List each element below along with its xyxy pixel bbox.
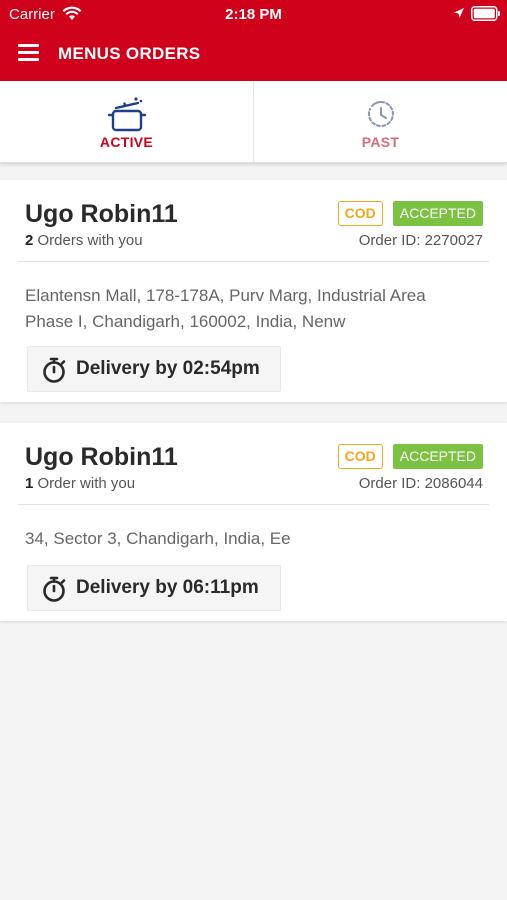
page-title: MENUS ORDERS bbox=[58, 44, 201, 63]
tab-active-label: ACTIVE bbox=[99, 134, 154, 150]
order-count: 2 Orders with you bbox=[25, 232, 143, 249]
status-bar: Carrier 2:18 PM bbox=[0, 0, 507, 28]
delivery-address: 34, Sector 3, Chandigarh, India, Ee bbox=[25, 529, 291, 548]
card-divider bbox=[18, 504, 489, 505]
location-arrow-icon bbox=[454, 8, 464, 18]
order-count-number: 2 bbox=[25, 232, 34, 249]
battery-icon bbox=[471, 6, 500, 21]
status-badge: ACCEPTED bbox=[392, 444, 483, 469]
status-badge: ACCEPTED bbox=[392, 201, 483, 226]
history-clock-icon bbox=[367, 100, 394, 127]
tab-active[interactable]: ACTIVE bbox=[0, 81, 253, 162]
delivery-address: Elantensn Mall, 178-178A, Purv Marg, Ind… bbox=[25, 286, 426, 331]
order-id: Order ID: 2086044 bbox=[358, 475, 483, 492]
delivery-time-box: Delivery by 06:11pm bbox=[27, 565, 281, 611]
order-count-text: Orders with you bbox=[37, 232, 143, 249]
order-card[interactable]: Ugo Robin11 2 Orders with you COD ACCEPT… bbox=[0, 180, 507, 402]
hamburger-menu-icon[interactable] bbox=[18, 44, 39, 62]
customer-name: Ugo Robin11 bbox=[25, 200, 178, 228]
card-divider bbox=[18, 261, 489, 262]
customer-name: Ugo Robin11 bbox=[25, 443, 178, 471]
order-count-number: 1 bbox=[25, 475, 34, 492]
delivery-time-box: Delivery by 02:54pm bbox=[27, 346, 281, 392]
order-count: 1 Order with you bbox=[25, 475, 135, 492]
order-card[interactable]: Ugo Robin11 1 Order with you COD ACCEPTE… bbox=[0, 423, 507, 621]
app-header: Carrier 2:18 PM MENUS ORDERS bbox=[0, 0, 507, 81]
tab-past-label: PAST bbox=[361, 134, 400, 150]
payment-badge: COD bbox=[337, 444, 383, 469]
stopwatch-icon bbox=[43, 357, 66, 383]
cooking-pot-icon bbox=[107, 97, 146, 132]
delivery-time: Delivery by 06:11pm bbox=[76, 577, 259, 598]
delivery-time: Delivery by 02:54pm bbox=[76, 358, 260, 379]
payment-badge: COD bbox=[337, 201, 383, 226]
order-tabs: ACTIVE PAST bbox=[0, 81, 507, 163]
toolbar: MENUS ORDERS bbox=[0, 28, 507, 81]
clock-time: 2:18 PM bbox=[225, 6, 282, 23]
tab-past[interactable]: PAST bbox=[253, 81, 507, 162]
order-badges: COD ACCEPTED bbox=[337, 201, 483, 226]
order-id: Order ID: 2270027 bbox=[358, 232, 483, 249]
order-count-text: Order with you bbox=[37, 475, 136, 492]
order-badges: COD ACCEPTED bbox=[337, 444, 483, 469]
stopwatch-icon bbox=[43, 576, 66, 602]
